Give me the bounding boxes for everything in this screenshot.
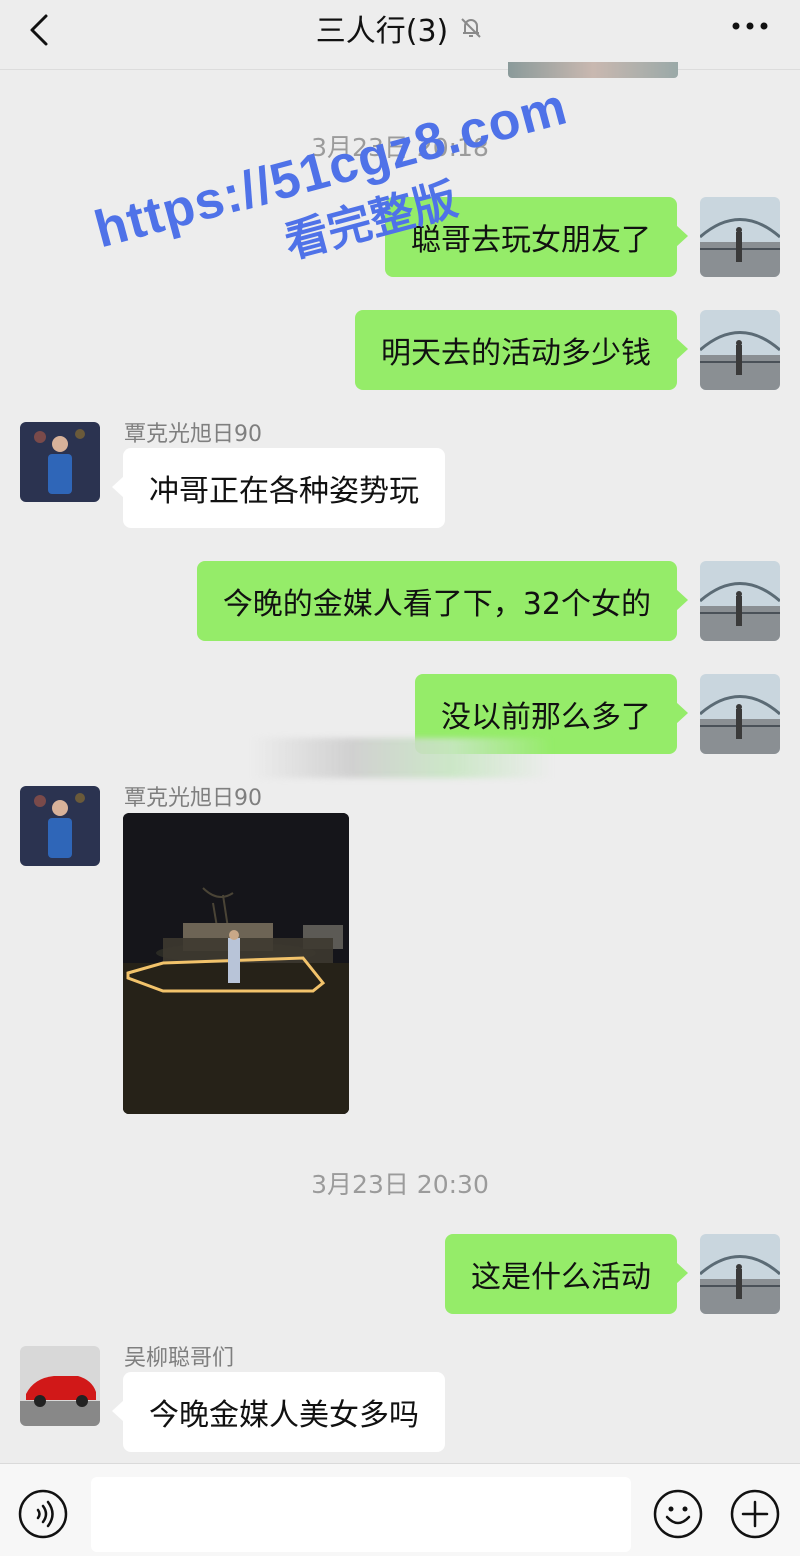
contact-avatar-car[interactable] <box>20 1346 100 1426</box>
message-text: 今晚金媒人美女多吗 <box>149 1398 419 1433</box>
message-bubble[interactable]: 今晚的金媒人看了下，32个女的 <box>196 561 689 641</box>
self-avatar[interactable] <box>700 1234 780 1314</box>
self-avatar[interactable] <box>700 674 780 754</box>
voice-icon[interactable] <box>18 1489 68 1539</box>
blurred-overlay <box>252 738 552 778</box>
message-bubble[interactable]: 今晚金媒人美女多吗 <box>112 1372 445 1452</box>
timestamp: 3月23日 20:30 <box>311 1170 489 1199</box>
message-text: 没以前那么多了 <box>441 700 651 735</box>
message-input[interactable] <box>91 1477 631 1552</box>
message-text: 今晚的金媒人看了下，32个女的 <box>222 587 651 622</box>
sender-name: 吴柳聪哥们 <box>124 1346 235 1371</box>
self-avatar[interactable] <box>700 310 780 390</box>
self-avatar[interactable] <box>700 197 780 277</box>
message-bubble[interactable]: 冲哥正在各种姿势玩 <box>112 448 445 528</box>
image-message[interactable] <box>123 813 349 1114</box>
message-text: 明天去的活动多少钱 <box>381 336 651 371</box>
self-avatar[interactable] <box>700 561 780 641</box>
emoji-icon[interactable] <box>653 1489 703 1539</box>
more-dots-icon[interactable] <box>730 14 770 38</box>
sender-name: 覃克光旭日90 <box>124 422 262 447</box>
message-text: 冲哥正在各种姿势玩 <box>149 474 419 509</box>
input-bar <box>0 1463 800 1556</box>
contact-avatar[interactable] <box>20 786 100 866</box>
message-bubble[interactable]: 明天去的活动多少钱 <box>355 310 688 390</box>
contact-avatar[interactable] <box>20 422 100 502</box>
plus-icon[interactable] <box>730 1489 780 1539</box>
message-text: 这是什么活动 <box>471 1260 651 1295</box>
sender-name: 覃克光旭日90 <box>124 786 262 811</box>
message-bubble[interactable]: 这是什么活动 <box>445 1234 688 1314</box>
